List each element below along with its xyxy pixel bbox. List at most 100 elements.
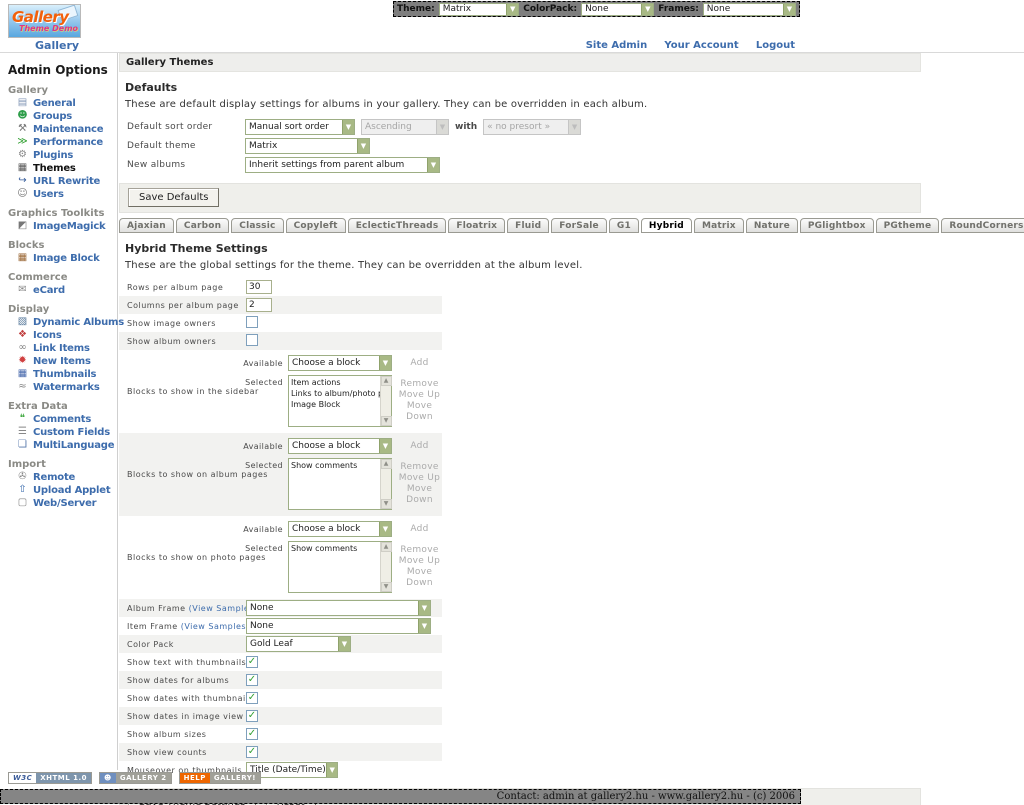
tab-eclecticthreads[interactable]: EclecticThreads [348, 218, 447, 233]
tab-classic[interactable]: Classic [231, 218, 283, 233]
scroll-down-icon[interactable]: ▼ [381, 499, 392, 509]
sidebar-item-web-server[interactable]: ▢Web/Server [0, 497, 117, 509]
add-link: Add [397, 358, 442, 368]
chevron-down-icon: ▼ [326, 763, 338, 777]
scroll-up-icon[interactable]: ▲ [381, 542, 392, 552]
sidebar-item-general[interactable]: ▤General [0, 97, 117, 109]
tab-pglightbox[interactable]: PGlightbox [800, 218, 874, 233]
sidebar-item-icons[interactable]: ❖Icons [0, 329, 117, 341]
page-title: Gallery Themes [119, 53, 921, 72]
your-account-link[interactable]: Your Account [664, 40, 738, 51]
scrollbar[interactable]: ▲▼ [380, 376, 391, 426]
rows-per-page-input[interactable] [246, 280, 272, 294]
move-down-link: Move Down [397, 401, 442, 423]
sidebar-item-plugins[interactable]: ⚙Plugins [0, 149, 117, 161]
show-dates-albums-checkbox[interactable]: ✓ [246, 674, 258, 686]
show-text-thumbnails-checkbox[interactable]: ✓ [246, 656, 258, 668]
sidebar-title: Admin Options [8, 63, 117, 77]
tab-fluid[interactable]: Fluid [507, 218, 549, 233]
sidebar-item-dynamic-albums[interactable]: ▧Dynamic Albums [0, 316, 117, 328]
tab-hybrid[interactable]: Hybrid [641, 218, 692, 233]
show-album-owners-checkbox[interactable] [246, 334, 258, 346]
sidebar-item-custom-fields[interactable]: ☰Custom Fields [0, 426, 117, 438]
sidebar-item-performance[interactable]: ≫Performance [0, 136, 117, 148]
show-dates-image-view-checkbox[interactable]: ✓ [246, 710, 258, 722]
chevron-down-icon: ▼ [379, 522, 391, 536]
new-albums-select[interactable]: Inherit settings from parent album▼ [245, 157, 440, 173]
settings-row: Show album owners [119, 332, 442, 350]
color-pack-select[interactable]: Gold Leaf▼ [246, 636, 351, 652]
tab-carbon[interactable]: Carbon [176, 218, 229, 233]
selected-blocks-list[interactable]: Item actions Links to album/photo peers … [288, 375, 392, 427]
sidebar-item-comments[interactable]: ❝Comments [0, 413, 117, 425]
chevron-down-icon: ▼ [357, 139, 369, 153]
scrollbar[interactable]: ▲▼ [380, 459, 391, 509]
tab-floatrix[interactable]: Floatrix [448, 218, 505, 233]
show-image-owners-checkbox[interactable] [246, 316, 258, 328]
settings-row: Show dates with thumbnails ✓ [119, 689, 442, 707]
sidebar-item-watermarks[interactable]: ≈Watermarks [0, 381, 117, 393]
scroll-up-icon[interactable]: ▲ [381, 459, 392, 469]
scroll-down-icon[interactable]: ▼ [381, 416, 392, 426]
theme-select[interactable]: Matrix ▼ [439, 3, 519, 16]
w3c-xhtml-badge[interactable]: W3C XHTML 1.0 [8, 772, 92, 784]
sidebar-item-image-block[interactable]: ▦Image Block [0, 252, 117, 264]
gallery-logo[interactable]: Gallery Theme Demo [8, 4, 81, 38]
tab-copyleft[interactable]: Copyleft [286, 218, 346, 233]
available-block-select[interactable]: Choose a block▼ [288, 355, 392, 371]
logout-link[interactable]: Logout [756, 40, 795, 51]
default-theme-row: Default theme Matrix▼ [119, 136, 1024, 155]
footer-badges: W3C XHTML 1.0 ☻ GALLERY 2 HELP GALLERY! [8, 772, 261, 784]
site-admin-link[interactable]: Site Admin [586, 40, 648, 51]
sidebar-item-remote[interactable]: ✇Remote [0, 471, 117, 483]
available-block-select[interactable]: Choose a block▼ [288, 438, 392, 454]
add-link: Add [397, 524, 442, 534]
settings-row: Columns per album page [119, 296, 442, 314]
sidebar-item-imagemagick[interactable]: ◩ImageMagick [0, 220, 117, 232]
show-view-counts-checkbox[interactable]: ✓ [246, 746, 258, 758]
scroll-down-icon[interactable]: ▼ [381, 582, 392, 592]
new-albums-row: New albums Inherit settings from parent … [119, 155, 1024, 174]
default-theme-select[interactable]: Matrix▼ [245, 138, 370, 154]
sidebar-item-ecard[interactable]: ✉eCard [0, 284, 117, 296]
columns-per-page-input[interactable] [246, 298, 272, 312]
tab-pgtheme[interactable]: PGtheme [876, 218, 940, 233]
tab-ajaxian[interactable]: Ajaxian [119, 218, 174, 233]
tab-forsale[interactable]: ForSale [551, 218, 607, 233]
sidebar-item-groups[interactable]: ☻Groups [0, 110, 117, 122]
theme-label: Theme: [397, 4, 435, 14]
themes-icon: ▦ [16, 162, 29, 174]
album-frame-select[interactable]: None▼ [246, 600, 431, 616]
sidebar-item-link-items[interactable]: ∞Link Items [0, 342, 117, 354]
tab-g1[interactable]: G1 [609, 218, 639, 233]
show-album-sizes-checkbox[interactable]: ✓ [246, 728, 258, 740]
scroll-up-icon[interactable]: ▲ [381, 376, 392, 386]
scrollbar[interactable]: ▲▼ [380, 542, 391, 592]
sidebar-item-multilanguage[interactable]: ❏MultiLanguage [0, 439, 117, 451]
selected-blocks-list[interactable]: Show comments ▲▼ [288, 458, 392, 510]
colorpack-select[interactable]: None ▼ [581, 3, 654, 16]
save-defaults-button[interactable]: Save Defaults [128, 188, 219, 207]
sidebar-item-themes[interactable]: ▦Themes [0, 162, 117, 174]
tab-nature[interactable]: Nature [746, 218, 798, 233]
sidebar-item-maintenance[interactable]: ⚒Maintenance [0, 123, 117, 135]
sidebar-item-thumbnails[interactable]: ▦Thumbnails [0, 368, 117, 380]
blocks-photo-pages-row: Blocks to show on photo pages Available … [119, 516, 442, 599]
item-frame-select[interactable]: None▼ [246, 618, 431, 634]
sidebar-section-import: Import [8, 459, 117, 470]
theme-settings-table: Rows per album page Columns per album pa… [119, 278, 442, 779]
settings-row: Show dates for albums ✓ [119, 671, 442, 689]
selected-blocks-list[interactable]: Show comments ▲▼ [288, 541, 392, 593]
help-gallery-badge[interactable]: HELP GALLERY! [179, 772, 261, 784]
sidebar-item-upload-applet[interactable]: ⇧Upload Applet [0, 484, 117, 496]
frames-select[interactable]: None ▼ [703, 3, 796, 16]
sidebar-item-url-rewrite[interactable]: ↪URL Rewrite [0, 175, 117, 187]
sort-order-select[interactable]: Manual sort order▼ [245, 119, 355, 135]
tab-matrix[interactable]: Matrix [694, 218, 744, 233]
tab-roundcorners[interactable]: RoundCorners [941, 218, 1024, 233]
sidebar-item-users[interactable]: ☺Users [0, 188, 117, 200]
gallery2-badge[interactable]: ☻ GALLERY 2 [99, 772, 172, 784]
available-block-select[interactable]: Choose a block▼ [288, 521, 392, 537]
show-dates-thumbnails-checkbox[interactable]: ✓ [246, 692, 258, 704]
sidebar-item-new-items[interactable]: ✹New Items [0, 355, 117, 367]
